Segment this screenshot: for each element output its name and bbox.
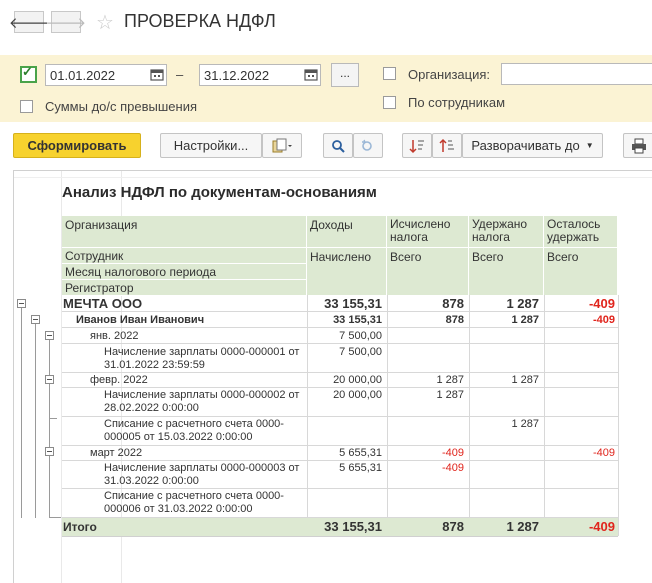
header-income: Доходы — [307, 216, 387, 248]
clear-search-button[interactable] — [353, 133, 383, 158]
excess-checkbox[interactable] — [20, 100, 33, 113]
forward-button[interactable]: 🡒 — [46, 11, 86, 33]
settings-button[interactable]: Настройки... — [160, 133, 262, 158]
search-icon — [332, 139, 345, 153]
calendar-icon[interactable] — [150, 68, 164, 81]
period-checkbox[interactable] — [20, 64, 37, 83]
table-row[interactable]: Начисление зарплаты 0000-000003 от 31.03… — [62, 461, 618, 489]
back-arrow-icon: 🡐 — [8, 14, 50, 32]
header-org: Организация — [62, 216, 307, 248]
sort-asc-button[interactable] — [402, 133, 432, 158]
table-row[interactable]: Иванов Иван Иванович 33 155,31 878 1 287… — [62, 312, 618, 328]
collapse-toggle-jan[interactable] — [45, 331, 54, 340]
table-row[interactable]: МЕЧТА ООО 33 155,31 878 1 287 -409 — [62, 295, 618, 312]
period-select-button[interactable]: ... — [331, 63, 359, 87]
table-row[interactable]: март 2022 5 655,31 -409 -409 — [62, 446, 618, 461]
org-field[interactable] — [501, 63, 652, 85]
header-registrar: Регистратор — [62, 280, 307, 296]
header-withheld: Удержано налога — [469, 216, 544, 248]
table-row[interactable]: Начисление зарплаты 0000-000002 от 28.02… — [62, 388, 618, 417]
total-row[interactable]: Итого 33 155,31 878 1 287 -409 — [62, 518, 618, 536]
period-dash: – — [176, 67, 184, 82]
org-checkbox[interactable] — [383, 67, 396, 80]
variants-button[interactable] — [262, 133, 302, 158]
table-row[interactable]: февр. 2022 20 000,00 1 287 1 287 — [62, 373, 618, 388]
sort-desc-icon — [439, 138, 454, 152]
header-remain-sub: Всего — [544, 248, 618, 296]
star-icon[interactable]: ☆ — [96, 10, 114, 35]
collapse-toggle-feb[interactable] — [45, 375, 54, 384]
expand-to-button[interactable]: Разворачивать до ▼ — [462, 133, 603, 158]
collapse-toggle-mar[interactable] — [45, 447, 54, 456]
period-to-field[interactable]: 31.12.2022 — [199, 64, 321, 86]
org-label: Организация: — [408, 67, 491, 82]
window-title: ПРОВЕРКА НДФЛ — [124, 11, 276, 31]
header-calc: Исчислено налога — [387, 216, 469, 248]
clear-search-icon — [362, 139, 372, 151]
chevron-down-icon: ▼ — [585, 141, 594, 150]
header-calc-sub: Всего — [387, 248, 469, 296]
by-employee-checkbox[interactable] — [383, 96, 396, 109]
sort-desc-button[interactable] — [432, 133, 462, 158]
table-row[interactable]: Списание с расчетного счета 0000-000006 … — [62, 489, 618, 518]
header-month: Месяц налогового периода — [62, 264, 307, 280]
calendar-icon[interactable] — [304, 68, 318, 81]
search-button[interactable] — [323, 133, 353, 158]
header-employee: Сотрудник — [62, 248, 307, 264]
collapse-toggle-employee[interactable] — [31, 315, 40, 324]
header-remain: Осталось удержать — [544, 216, 618, 248]
sort-asc-icon — [409, 139, 424, 153]
by-employee-label: По сотрудникам — [408, 95, 506, 110]
table-row[interactable]: Списание с расчетного счета 0000-000005 … — [62, 417, 618, 446]
variants-icon — [272, 138, 292, 152]
header-withheld-sub: Всего — [469, 248, 544, 296]
period-from-field[interactable]: 01.01.2022 — [45, 64, 167, 86]
report-area[interactable]: Анализ НДФЛ по документам-основаниям Орг… — [13, 170, 652, 583]
excess-label: Суммы до/с превышения — [45, 99, 198, 114]
back-button[interactable]: 🡐 — [9, 11, 49, 33]
print-button[interactable] — [623, 133, 652, 158]
collapse-toggle-org[interactable] — [17, 299, 26, 308]
generate-button[interactable]: Сформировать — [13, 133, 141, 158]
report-title: Анализ НДФЛ по документам-основаниям — [62, 184, 377, 201]
header-income-sub: Начислено — [307, 248, 387, 296]
table-row[interactable]: янв. 2022 7 500,00 — [62, 328, 618, 344]
forward-arrow-icon: 🡒 — [45, 14, 87, 32]
print-icon — [632, 138, 646, 153]
table-row[interactable]: Начисление зарплаты 0000-000001 от 31.01… — [62, 344, 618, 373]
